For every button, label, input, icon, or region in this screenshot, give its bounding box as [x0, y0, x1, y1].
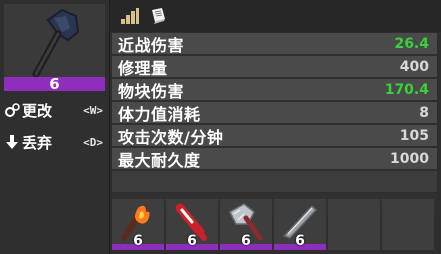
stat-name: 近战伤害 [118, 35, 185, 55]
mod-slot-2[interactable]: 6 [166, 199, 218, 250]
drop-button[interactable]: 丢弃 <D> [4, 130, 105, 154]
stat-value: 1000 [390, 150, 429, 167]
mod-quality: 6 [187, 233, 197, 249]
stat-name: 物块伤害 [118, 81, 185, 101]
modify-label: 更改 [22, 101, 53, 120]
stat-row-melee-damage: 近战伤害 26.4 [112, 33, 437, 55]
stat-row-attacks-per-minute: 攻击次数/分钟 105 [112, 125, 437, 147]
gear-icon [4, 102, 20, 118]
stat-value: 105 [399, 127, 429, 144]
stat-name: 修理量 [118, 58, 168, 78]
item-info-panel: 6 更改 <W> 丢弃 <D> 近战伤害 26.4 修理量 400 物块伤害 1… [0, 0, 441, 254]
item-right-column: 近战伤害 26.4 修理量 400 物块伤害 170.4 体力值消耗 8 攻击次… [110, 0, 441, 254]
item-left-column: 6 更改 <W> 丢弃 <D> [0, 0, 110, 254]
stat-row-empty [112, 171, 437, 192]
item-quality-bar: 6 [4, 77, 105, 92]
modify-hotkey: <W> [83, 103, 103, 117]
stat-name: 体力值消耗 [118, 104, 201, 124]
stat-name: 最大耐久度 [118, 150, 201, 170]
stat-value: 26.4 [394, 35, 429, 52]
mod-quality: 6 [295, 233, 305, 249]
stats-bars-icon [121, 8, 139, 24]
mod-slot-6[interactable] [382, 199, 434, 250]
stat-row-repair-amount: 修理量 400 [112, 56, 437, 78]
info-tabs [110, 0, 441, 32]
mod-slot-4[interactable]: 6 [274, 199, 326, 250]
mod-quality: 6 [241, 233, 251, 249]
modify-button[interactable]: 更改 <W> [4, 98, 105, 122]
stats-list: 近战伤害 26.4 修理量 400 物块伤害 170.4 体力值消耗 8 攻击次… [112, 33, 437, 216]
tab-stats[interactable] [118, 5, 142, 27]
book-icon [152, 8, 165, 24]
stat-row-block-damage: 物块伤害 170.4 [112, 79, 437, 101]
stone-axe-icon [32, 8, 80, 78]
mod-quality: 6 [133, 233, 143, 249]
item-preview[interactable] [4, 4, 105, 78]
drop-label: 丢弃 [22, 133, 53, 152]
stat-value: 400 [399, 58, 429, 75]
mod-slot-1[interactable]: 6 [112, 199, 164, 250]
stat-value: 8 [419, 104, 429, 121]
mod-slot-5[interactable] [328, 199, 380, 250]
stat-row-max-durability: 最大耐久度 1000 [112, 148, 437, 170]
mod-slots: 6 6 6 6 [112, 199, 439, 250]
arrow-down-icon [4, 134, 20, 150]
drop-hotkey: <D> [83, 135, 103, 149]
stat-name: 攻击次数/分钟 [118, 127, 224, 147]
stat-row-stamina-cost: 体力值消耗 8 [112, 102, 437, 124]
stat-value: 170.4 [384, 81, 429, 98]
tab-book[interactable] [146, 5, 170, 27]
mod-slot-3[interactable]: 6 [220, 199, 272, 250]
